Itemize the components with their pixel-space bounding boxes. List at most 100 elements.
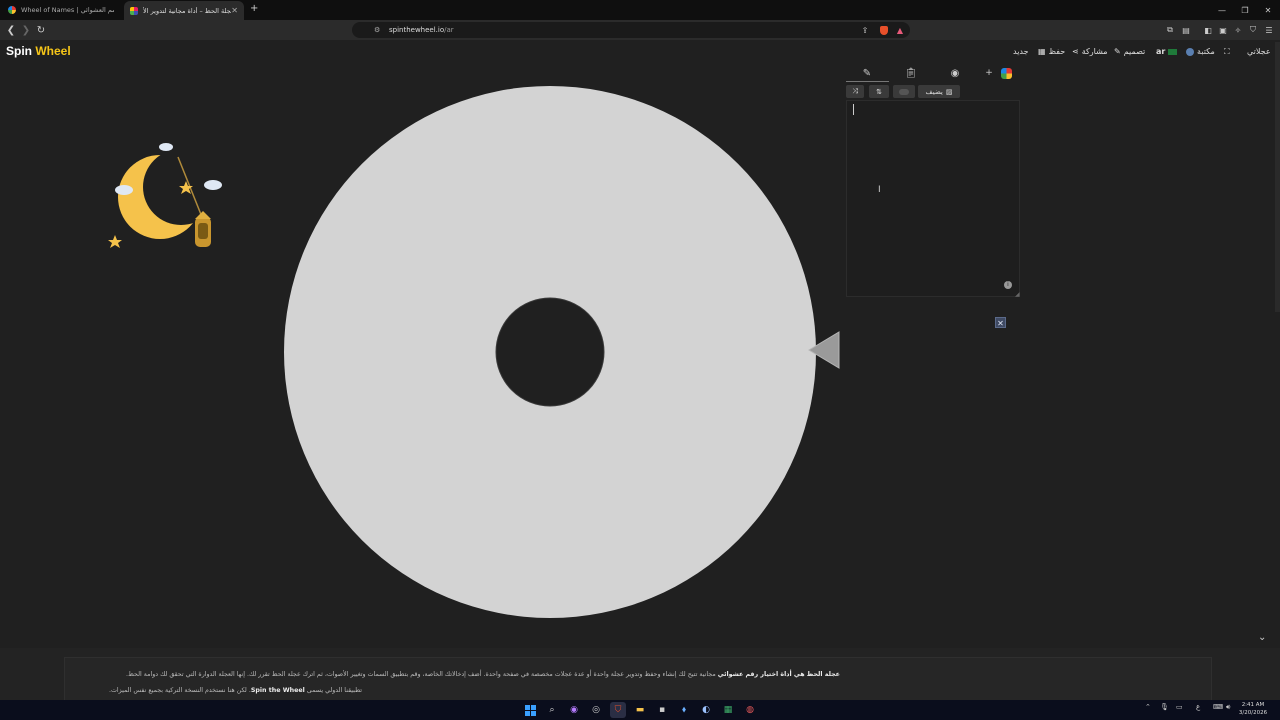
description-text: . لكن هنا نستخدم النسخة التركية بجميع نف… bbox=[108, 687, 251, 694]
wallet-icon[interactable]: ▣ bbox=[1216, 20, 1230, 40]
color-theme-button[interactable] bbox=[996, 64, 1016, 82]
entries-textarea[interactable] bbox=[846, 100, 1020, 297]
description-bold: عجلة الحظ هي أداة اختيار رقم عشوائي bbox=[717, 671, 840, 678]
close-tab-icon[interactable]: ✕ bbox=[231, 6, 238, 15]
logo-spin: Spin bbox=[6, 44, 32, 58]
pencil-icon: ✎ bbox=[1114, 47, 1121, 56]
vpn-shield-icon[interactable]: ⛉ bbox=[1246, 20, 1260, 40]
star-icon bbox=[108, 235, 122, 248]
url-host: spinthewheel.io bbox=[389, 26, 445, 34]
hide-panel-button[interactable]: ◉ bbox=[945, 64, 965, 82]
tab-title: عجلة الحظ – أداة مجانية لتدوير الأ bbox=[143, 6, 232, 15]
menu-label: مكتبة bbox=[1197, 47, 1215, 56]
close-ad-icon[interactable]: ✕ bbox=[995, 317, 1006, 328]
brave-rewards-icon[interactable]: ▲ bbox=[893, 20, 907, 40]
search-icon[interactable]: ⌕ bbox=[544, 702, 560, 718]
image-icon: ▨ bbox=[945, 87, 953, 96]
mouse-cursor-icon: I bbox=[878, 185, 881, 195]
reload-icon[interactable]: ↻ bbox=[33, 20, 49, 40]
add-wheel-button[interactable]: + bbox=[984, 64, 994, 82]
share-page-icon[interactable]: ⇪ bbox=[858, 20, 872, 40]
forward-icon[interactable]: ❯ bbox=[18, 20, 34, 40]
text-caret bbox=[853, 104, 854, 115]
url-text: spinthewheel.io/ar bbox=[389, 22, 454, 38]
clock-date: 3/20/2026 bbox=[1238, 710, 1268, 716]
description-line-2: تطبيقنا الدولي يسمى Spin the Wheel. لكن … bbox=[109, 687, 362, 694]
volume-icon[interactable]: 🔊︎ bbox=[1226, 703, 1230, 712]
menu-label: مشاركة bbox=[1081, 47, 1108, 56]
menu-share[interactable]: ⋖ مشاركة bbox=[1072, 47, 1108, 56]
page-scrollbar[interactable] bbox=[1275, 42, 1280, 312]
logo-wheel: Wheel bbox=[35, 44, 71, 58]
shuffle-icon: ⤨ bbox=[852, 87, 858, 95]
chevron-down-icon[interactable]: ⌄ bbox=[1258, 632, 1266, 643]
leo-ai-icon[interactable]: ✧ bbox=[1231, 20, 1245, 40]
menu-label: ar bbox=[1156, 47, 1166, 56]
restore-icon[interactable]: ❐ bbox=[1234, 0, 1256, 20]
description-bold: Spin the Wheel bbox=[250, 687, 305, 694]
active-tab-indicator bbox=[846, 81, 889, 82]
menu-label: جديد bbox=[1013, 47, 1029, 56]
browser-tab-wheel-of-names[interactable]: Wheel of Names | تدوير الاسم العشوائي bbox=[2, 2, 120, 18]
file-explorer-icon[interactable]: ▬ bbox=[632, 702, 648, 718]
brave-browser-icon[interactable]: ⛉ bbox=[610, 702, 626, 718]
network-icon[interactable]: ⌨︎ bbox=[1213, 703, 1223, 711]
menu-save[interactable]: ▦ حفظ bbox=[1038, 47, 1065, 56]
add-image-button[interactable]: يضيف ▨ bbox=[918, 85, 960, 98]
ramadan-moon-lantern-image bbox=[108, 143, 222, 248]
clock-time: 2:41 AM bbox=[1241, 702, 1265, 708]
plus-icon: + bbox=[985, 68, 993, 78]
palette-icon bbox=[1000, 67, 1012, 79]
url-path: /ar bbox=[444, 26, 454, 34]
wheel-center-hub[interactable] bbox=[495, 297, 605, 407]
brave-shield-icon[interactable] bbox=[877, 20, 891, 40]
steam-icon[interactable]: ◐ bbox=[698, 702, 714, 718]
extensions-icon[interactable]: ⧉ bbox=[1163, 20, 1177, 40]
spinwheel-favicon-icon bbox=[130, 6, 138, 15]
resize-handle-icon[interactable]: ◢ bbox=[1015, 291, 1020, 298]
windows-start-icon[interactable] bbox=[522, 702, 538, 718]
taskbar-clock[interactable]: 2:41 AM 3/20/2026 bbox=[1238, 701, 1268, 717]
cloud-icon bbox=[159, 143, 173, 151]
tray-app-icon[interactable]: ▭ bbox=[1176, 703, 1183, 711]
spreadsheet-icon[interactable]: ▦ bbox=[720, 702, 736, 718]
menu-library[interactable]: مكتبة bbox=[1186, 47, 1215, 56]
share-icon: ⋖ bbox=[1072, 47, 1079, 56]
toggle-button[interactable] bbox=[893, 85, 915, 98]
tab-title: Wheel of Names | تدوير الاسم العشوائي bbox=[21, 6, 114, 14]
browser-tab-spin-wheel[interactable]: عجلة الحظ – أداة مجانية لتدوير الأ ✕ bbox=[124, 1, 244, 20]
shuffle-button[interactable]: ⤨ bbox=[846, 85, 864, 98]
app-icon[interactable]: ⬧ bbox=[676, 702, 692, 718]
site-settings-icon[interactable]: ⚙︎ bbox=[374, 22, 380, 38]
minimize-icon[interactable]: — bbox=[1211, 0, 1233, 20]
app-logo[interactable]: Spin Wheel bbox=[6, 44, 71, 58]
menu-language[interactable]: ar bbox=[1156, 47, 1178, 56]
spin-wheel[interactable] bbox=[280, 82, 820, 622]
app-icon[interactable]: ◎ bbox=[588, 702, 604, 718]
reader-icon[interactable]: ▤ bbox=[1179, 20, 1193, 40]
back-icon[interactable]: ❮ bbox=[3, 20, 19, 40]
fullscreen-icon[interactable]: ⛶ bbox=[1224, 47, 1230, 57]
app-icon[interactable]: ◉ bbox=[566, 702, 582, 718]
keyboard-language[interactable]: ع bbox=[1196, 703, 1200, 711]
menu-design[interactable]: ✎ تصميم bbox=[1114, 47, 1145, 56]
microphone-icon[interactable]: 🎙︎ bbox=[1160, 703, 1169, 711]
menu-icon[interactable]: ☰ bbox=[1262, 20, 1276, 40]
globe-icon bbox=[1186, 47, 1194, 56]
app-icon[interactable]: ◍ bbox=[742, 702, 758, 718]
close-window-icon[interactable]: ✕ bbox=[1257, 0, 1279, 20]
menu-label: عجلاتي bbox=[1247, 47, 1271, 56]
info-icon[interactable]: i bbox=[1004, 281, 1012, 289]
menu-new[interactable]: جديد bbox=[1013, 47, 1029, 56]
menu-my-wheels[interactable]: عجلاتي bbox=[1247, 47, 1271, 56]
app-icon[interactable]: ▪ bbox=[654, 702, 670, 718]
toggle-icon bbox=[899, 88, 909, 95]
new-tab-button[interactable]: + bbox=[250, 3, 258, 14]
edit-entries-tab[interactable]: ✎ bbox=[857, 64, 877, 82]
sidebar-icon[interactable]: ◧ bbox=[1201, 20, 1215, 40]
results-tab[interactable]: 📋︎ bbox=[901, 64, 921, 82]
wheel-pointer-icon bbox=[808, 331, 840, 369]
sort-button[interactable]: ⇅ bbox=[869, 85, 889, 98]
tray-chevron-up-icon[interactable]: ⌃ bbox=[1145, 703, 1151, 711]
flag-icon bbox=[1168, 48, 1178, 55]
